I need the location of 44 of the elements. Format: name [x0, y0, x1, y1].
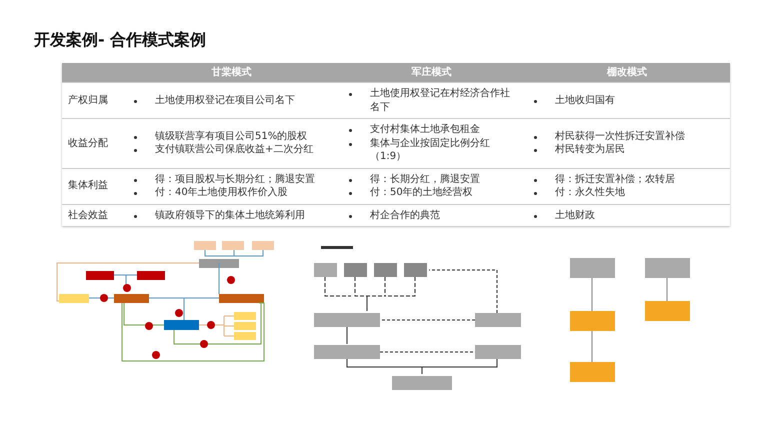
bullet-icon — [534, 192, 537, 196]
bullet-icon — [134, 149, 137, 152]
row-label: 产权归属 — [68, 94, 108, 106]
cell-text: 土地财政 — [555, 208, 595, 222]
cell-text: 村民转变为居民 — [555, 143, 625, 157]
cell-text: 得：长期分红，腾退安置 — [370, 172, 480, 186]
bullet-icon — [534, 178, 537, 182]
cell-text: 土地收归国有 — [555, 94, 615, 108]
slide-title: 开发案例- 合作模式案例 — [34, 30, 208, 50]
bullet-icon — [134, 214, 137, 218]
cell-text: 得：项目股权与长期分红；腾退安置 — [155, 172, 315, 186]
bullet-icon — [134, 100, 137, 103]
cell-text: 得：拆迁安置补偿；农转居 — [555, 172, 675, 186]
bullet-icon — [534, 100, 537, 103]
cell-text: 支付镇联营公司保底收益+二次分红 — [155, 143, 314, 157]
column-header: 军庄模式 — [412, 67, 452, 78]
bullet-icon — [349, 192, 352, 196]
row-label: 收益分配 — [68, 138, 108, 149]
bullet-icon — [349, 129, 352, 132]
bullet-icon — [134, 136, 137, 139]
row-label: 集体利益 — [68, 180, 108, 192]
cell-text: 镇政府领导下的集体土地统筹利用 — [155, 208, 305, 222]
bullet-icon — [349, 178, 352, 182]
cell-text: 付：40年土地使用权作价入股 — [155, 186, 288, 200]
row-label: 社会效益 — [68, 210, 108, 221]
bullet-icon — [534, 214, 537, 218]
cell-text: 村企合作的典范 — [370, 208, 440, 222]
bullet-icon — [534, 149, 537, 152]
cell-text: 土地使用权登记在村经济合作社名下 — [370, 87, 511, 114]
cell-text: 支付村集体土地承包租金 — [370, 123, 480, 137]
bullet-icon — [534, 136, 537, 139]
column-header: 甘棠模式 — [212, 67, 252, 78]
bullet-icon — [134, 192, 137, 196]
cell-text: 镇级联营享有项目公司51%的股权 — [155, 130, 308, 144]
cell-text: 土地使用权登记在项目公司名下 — [155, 94, 295, 108]
bullet-icon — [134, 178, 137, 182]
bullet-icon — [349, 214, 352, 218]
bullet-icon — [349, 142, 352, 146]
cell-text: 付：50年的土地经营权 — [370, 186, 473, 200]
bullet-icon — [349, 93, 352, 96]
cell-text: 集体与企业按固定比例分红（1:9） — [370, 136, 491, 164]
column-header: 棚改模式 — [607, 67, 647, 78]
cell-text: 村民获得一次性拆迁安置补偿 — [555, 130, 685, 144]
cell-text: 付：永久性失地 — [555, 186, 625, 200]
